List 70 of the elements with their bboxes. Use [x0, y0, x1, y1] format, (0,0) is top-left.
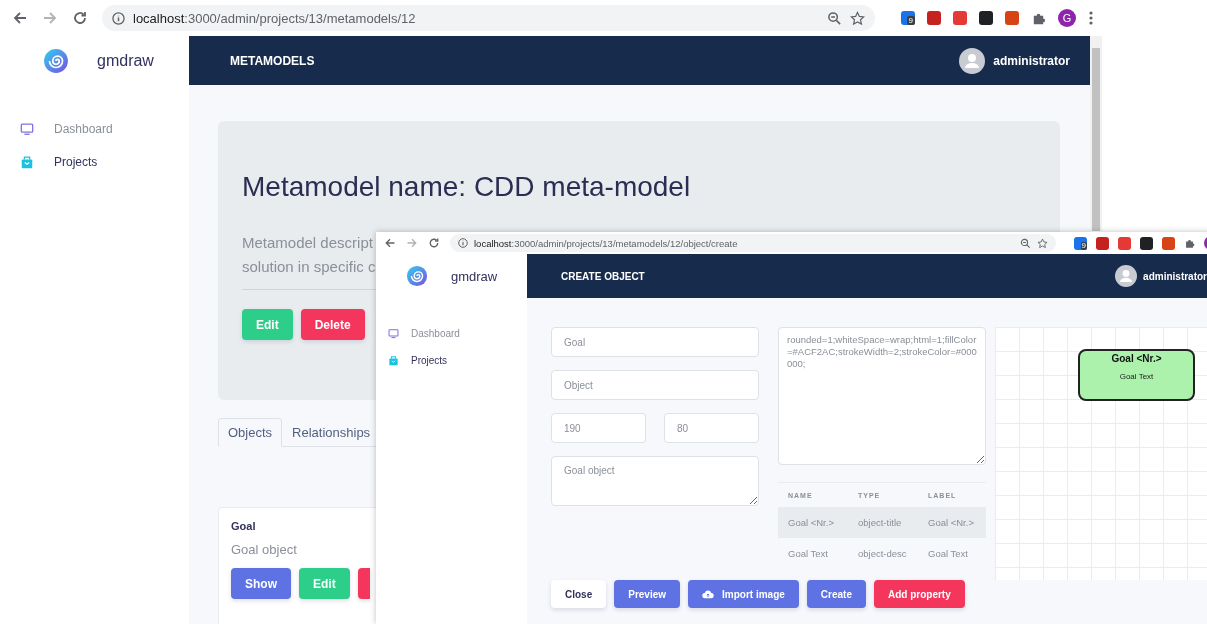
- table-cell-text: Goal <Nr.>: [927, 517, 975, 528]
- bag-icon: [388, 355, 399, 366]
- show-button[interactable]: Show: [231, 568, 291, 599]
- brand-name: gmdraw: [451, 268, 498, 284]
- table-cell-text: object-desc: [857, 548, 908, 559]
- action-button[interactable]: Create: [806, 580, 866, 608]
- object-name: Goal: [231, 520, 256, 532]
- address-bar[interactable]: localhost:3000/admin/projects/13/metamodels/12/object/create: [450, 234, 1056, 252]
- brand-name: gmdraw: [97, 51, 154, 70]
- reload-icon[interactable]: [428, 237, 440, 249]
- description-text: Metamodel descript: [242, 233, 373, 253]
- extension-icon[interactable]: 9: [901, 11, 915, 25]
- action-button[interactable]: Close: [551, 580, 607, 608]
- metamodel-heading: Metamodel name: CDD meta-model: [242, 170, 692, 204]
- table-cell-text: Goal Text: [927, 548, 969, 559]
- puzzle-icon[interactable]: [1184, 237, 1195, 249]
- description-text: solution in specific c: [242, 257, 376, 277]
- cloud-upload-icon: [702, 589, 715, 599]
- page-title: METAMODELS: [230, 53, 315, 68]
- menu-icon[interactable]: [1088, 10, 1094, 26]
- button[interactable]: [357, 568, 370, 599]
- object-description: Goal object: [231, 542, 297, 557]
- action-button[interactable]: Import image: [688, 580, 799, 608]
- info-icon: [458, 238, 468, 248]
- page-title: CREATE OBJECT: [561, 270, 645, 282]
- table-cell-text: Goal Text: [787, 548, 829, 559]
- sidebar-item[interactable]: Projects: [0, 145, 189, 178]
- type-field[interactable]: Object: [551, 370, 759, 400]
- diagram-node[interactable]: Goal <Nr.> Goal Text: [1078, 349, 1195, 401]
- sidebar-item[interactable]: Projects: [376, 347, 527, 374]
- delete-button[interactable]: Delete: [300, 309, 365, 340]
- sidebar-item[interactable]: Dashboard: [376, 320, 527, 347]
- zoom-icon[interactable]: [1020, 237, 1031, 249]
- height-field[interactable]: 80: [664, 413, 759, 443]
- profile-avatar[interactable]: G: [1058, 9, 1076, 27]
- bag-icon: [20, 154, 34, 169]
- monitor-icon: [388, 328, 399, 339]
- zoom-icon[interactable]: [827, 10, 842, 26]
- table-cell-text: object-title: [857, 517, 903, 528]
- logo-icon: [43, 47, 69, 74]
- property-row[interactable]: Goal <Nr.> object-title Goal <Nr.>: [778, 507, 986, 538]
- info-icon: [112, 11, 125, 25]
- user-name[interactable]: administrator: [1143, 270, 1207, 282]
- tab[interactable]: Objects: [218, 418, 283, 447]
- sidebar-item[interactable]: Dashboard: [0, 112, 189, 145]
- user-avatar-icon[interactable]: [959, 47, 986, 74]
- name-field[interactable]: Goal: [551, 327, 759, 357]
- star-icon[interactable]: [850, 10, 865, 26]
- address-bar[interactable]: localhost:3000/admin/projects/13/metamodels/12: [102, 5, 875, 31]
- node-text: Goal Text: [1119, 372, 1154, 381]
- extension-icon[interactable]: 9: [1074, 236, 1087, 250]
- logo-icon: [406, 265, 428, 287]
- monitor-icon: [20, 121, 34, 136]
- description-field[interactable]: Goal object: [551, 456, 759, 506]
- table-cell-text: Goal <Nr.>: [787, 517, 835, 528]
- tab[interactable]: Relationships: [282, 418, 381, 447]
- width-field[interactable]: 190: [551, 413, 646, 443]
- star-icon[interactable]: [1037, 237, 1048, 249]
- back-icon[interactable]: [12, 10, 28, 26]
- action-button[interactable]: Add property: [874, 580, 965, 608]
- node-title: Goal <Nr.>: [1111, 353, 1162, 364]
- property-row[interactable]: Goal Text object-desc Goal Text: [778, 538, 986, 569]
- style-field[interactable]: rounded=1;whiteSpace=wrap;html=1;fillColor=#ACF2AC;strokeWidth=2;strokeColor=#000000;: [778, 327, 986, 465]
- action-button[interactable]: Preview: [614, 580, 681, 608]
- extension-icon[interactable]: [1140, 236, 1153, 250]
- user-name[interactable]: administrator: [993, 53, 1070, 68]
- scrollbar[interactable]: [1090, 36, 1102, 231]
- user-avatar-icon[interactable]: [1115, 265, 1138, 287]
- back-icon[interactable]: [384, 237, 396, 249]
- reload-icon[interactable]: [72, 10, 88, 26]
